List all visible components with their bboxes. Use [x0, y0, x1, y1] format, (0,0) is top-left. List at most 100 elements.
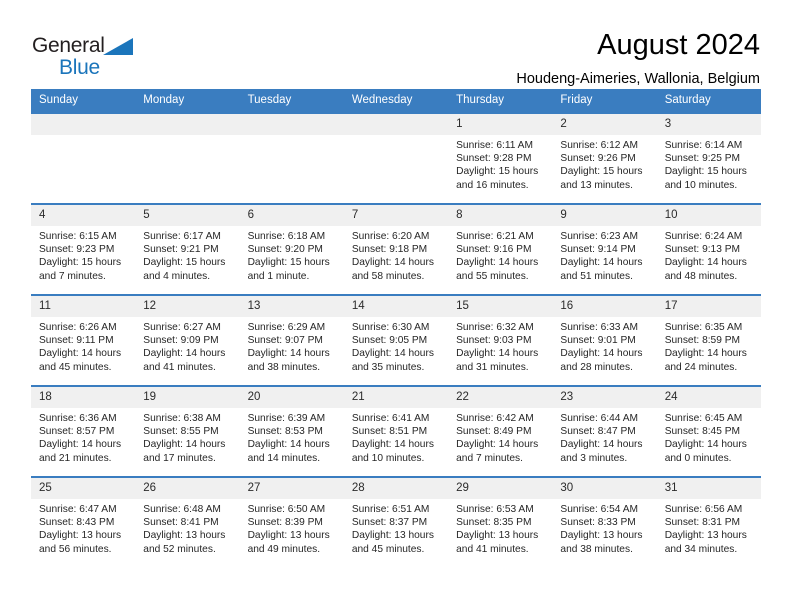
- calendar-day-cell[interactable]: 23 Sunrise: 6:44 AM Sunset: 8:47 PM Dayligh…: [552, 385, 657, 477]
- daylight-text-line2: and 17 minutes.: [143, 452, 216, 464]
- day-number: 31: [656, 478, 761, 499]
- calendar-day-cell[interactable]: 5 Sunrise: 6:17 AM Sunset: 9:21 PM Daylight…: [135, 203, 240, 295]
- sunrise-text: Sunrise: 6:32 AM: [456, 322, 534, 333]
- day-details: Sunrise: 6:12 AM Sunset: 9:26 PM Daylight:…: [552, 135, 656, 192]
- calendar-day-cell[interactable]: 15 Sunrise: 6:32 AM Sunset: 9:03 PM Dayligh…: [448, 294, 553, 386]
- calendar-day-cell[interactable]: 22 Sunrise: 6:42 AM Sunset: 8:49 PM Dayligh…: [448, 385, 553, 477]
- day-box: 10 Sunrise: 6:24 AM Sunset: 9:13 PM Dayligh…: [656, 205, 761, 294]
- calendar-day-cell[interactable]: 30 Sunrise: 6:54 AM Sunset: 8:33 PM Dayligh…: [552, 476, 657, 567]
- day-details: Sunrise: 6:41 AM Sunset: 8:51 PM Daylight:…: [344, 408, 448, 465]
- calendar-day-cell[interactable]: 12 Sunrise: 6:27 AM Sunset: 9:09 PM Dayligh…: [135, 294, 240, 386]
- sunset-text: Sunset: 9:18 PM: [351, 244, 428, 256]
- daylight-text-line2: and 10 minutes.: [664, 179, 738, 191]
- calendar-day-cell[interactable]: 31 Sunrise: 6:56 AM Sunset: 8:31 PM Dayligh…: [656, 476, 761, 567]
- sunrise-text: Sunrise: 6:45 AM: [664, 413, 743, 424]
- calendar-day-cell[interactable]: 4 Sunrise: 6:15 AM Sunset: 9:23 PM Daylight…: [31, 203, 136, 295]
- day-number: 16: [552, 296, 657, 317]
- day-box: 1 Sunrise: 6:11 AM Sunset: 9:28 PM Daylight…: [448, 114, 553, 203]
- calendar-day-cell[interactable]: 7 Sunrise: 6:20 AM Sunset: 9:18 PM Daylight…: [343, 203, 449, 295]
- calendar-day-cell[interactable]: 25 Sunrise: 6:47 AM Sunset: 8:43 PM Dayligh…: [31, 476, 136, 567]
- calendar-day-cell[interactable]: 28 Sunrise: 6:51 AM Sunset: 8:37 PM Dayligh…: [343, 476, 449, 567]
- day-details: Sunrise: 6:27 AM Sunset: 9:09 PM Daylight:…: [135, 317, 239, 374]
- day-box: 15 Sunrise: 6:32 AM Sunset: 9:03 PM Dayligh…: [448, 296, 553, 385]
- day-number: 22: [448, 387, 553, 408]
- day-number: 28: [343, 478, 449, 499]
- day-box: 25 Sunrise: 6:47 AM Sunset: 8:43 PM Dayligh…: [31, 478, 136, 567]
- sunrise-text: Sunrise: 6:50 AM: [247, 504, 326, 515]
- day-box: 22 Sunrise: 6:42 AM Sunset: 8:49 PM Dayligh…: [448, 387, 553, 476]
- calendar-day-cell[interactable]: 26 Sunrise: 6:48 AM Sunset: 8:41 PM Dayligh…: [135, 476, 240, 567]
- daylight-text-line2: and 34 minutes.: [664, 543, 738, 555]
- sunrise-text: Sunrise: 6:23 AM: [560, 231, 638, 242]
- calendar-day-cell[interactable]: 6 Sunrise: 6:18 AM Sunset: 9:20 PM Daylight…: [239, 203, 344, 295]
- sunrise-text: Sunrise: 6:21 AM: [456, 231, 534, 242]
- daylight-text-line1: Daylight: 14 hours: [351, 348, 434, 360]
- day-number: [135, 114, 240, 135]
- day-number: [343, 114, 449, 135]
- sunset-text: Sunset: 8:45 PM: [664, 426, 741, 438]
- calendar-day-cell[interactable]: 2 Sunrise: 6:12 AM Sunset: 9:26 PM Daylight…: [552, 112, 657, 204]
- sunset-text: Sunset: 8:35 PM: [456, 517, 532, 529]
- page-title: August 2024: [597, 29, 760, 61]
- calendar-day-cell[interactable]: 24 Sunrise: 6:45 AM Sunset: 8:45 PM Dayligh…: [656, 385, 761, 477]
- calendar-day-cell[interactable]: 9 Sunrise: 6:23 AM Sunset: 9:14 PM Daylight…: [552, 203, 657, 295]
- day-box: 13 Sunrise: 6:29 AM Sunset: 9:07 PM Dayligh…: [239, 296, 344, 385]
- day-number: 20: [239, 387, 344, 408]
- day-box: 12 Sunrise: 6:27 AM Sunset: 9:09 PM Dayligh…: [135, 296, 240, 385]
- calendar-day-cell[interactable]: 27 Sunrise: 6:50 AM Sunset: 8:39 PM Dayligh…: [239, 476, 344, 567]
- day-box: 7 Sunrise: 6:20 AM Sunset: 9:18 PM Daylight…: [343, 205, 449, 294]
- day-box: 11 Sunrise: 6:26 AM Sunset: 9:11 PM Dayligh…: [31, 296, 136, 385]
- calendar-day-cell[interactable]: 3 Sunrise: 6:14 AM Sunset: 9:25 PM Daylight…: [656, 112, 761, 204]
- calendar-day-cell[interactable]: 29 Sunrise: 6:53 AM Sunset: 8:35 PM Dayligh…: [448, 476, 553, 567]
- daylight-text-line2: and 1 minute.: [247, 270, 310, 282]
- calendar-week-row: 1 Sunrise: 6:11 AM Sunset: 9:28 PM Daylight…: [31, 112, 761, 204]
- calendar-day-cell[interactable]: 14 Sunrise: 6:30 AM Sunset: 9:05 PM Dayligh…: [343, 294, 449, 386]
- daylight-text-line1: Daylight: 15 hours: [39, 257, 122, 269]
- day-details: Sunrise: 6:36 AM Sunset: 8:57 PM Daylight:…: [31, 408, 135, 465]
- sunset-text: Sunset: 8:37 PM: [351, 517, 428, 529]
- sunrise-text: Sunrise: 6:26 AM: [39, 322, 117, 333]
- calendar-week-row: 4 Sunrise: 6:15 AM Sunset: 9:23 PM Daylight…: [31, 203, 761, 295]
- calendar-day-cell[interactable]: 8 Sunrise: 6:21 AM Sunset: 9:16 PM Daylight…: [448, 203, 553, 295]
- day-box: [31, 114, 136, 203]
- brand-triangle-icon: [102, 38, 133, 55]
- calendar-body: 1 Sunrise: 6:11 AM Sunset: 9:28 PM Daylight…: [31, 112, 761, 567]
- calendar-day-cell[interactable]: 11 Sunrise: 6:26 AM Sunset: 9:11 PM Dayligh…: [31, 294, 136, 386]
- day-details: Sunrise: 6:42 AM Sunset: 8:49 PM Daylight:…: [448, 408, 552, 465]
- calendar-day-cell[interactable]: 16 Sunrise: 6:33 AM Sunset: 9:01 PM Dayligh…: [552, 294, 657, 386]
- day-details: Sunrise: 6:21 AM Sunset: 9:16 PM Daylight:…: [448, 226, 552, 283]
- daylight-text-line2: and 14 minutes.: [247, 452, 321, 464]
- weekday-header-friday: Friday: [552, 89, 657, 113]
- daylight-text-line1: Daylight: 14 hours: [143, 439, 226, 451]
- daylight-text-line2: and 41 minutes.: [456, 543, 529, 555]
- daylight-text-line2: and 49 minutes.: [247, 543, 321, 555]
- calendar-day-cell[interactable]: 13 Sunrise: 6:29 AM Sunset: 9:07 PM Dayligh…: [239, 294, 344, 386]
- calendar-day-cell[interactable]: 18 Sunrise: 6:36 AM Sunset: 8:57 PM Dayligh…: [31, 385, 136, 477]
- calendar-day-cell[interactable]: 19 Sunrise: 6:38 AM Sunset: 8:55 PM Dayligh…: [135, 385, 240, 477]
- day-details: Sunrise: 6:18 AM Sunset: 9:20 PM Daylight:…: [240, 226, 344, 283]
- daylight-text-line1: Daylight: 14 hours: [456, 439, 539, 451]
- day-box: 26 Sunrise: 6:48 AM Sunset: 8:41 PM Dayligh…: [135, 478, 240, 567]
- day-box: 9 Sunrise: 6:23 AM Sunset: 9:14 PM Daylight…: [552, 205, 657, 294]
- day-number: 23: [552, 387, 657, 408]
- day-box: 29 Sunrise: 6:53 AM Sunset: 8:35 PM Dayligh…: [448, 478, 553, 567]
- weekday-header-monday: Monday: [135, 89, 240, 113]
- day-box: 4 Sunrise: 6:15 AM Sunset: 9:23 PM Daylight…: [31, 205, 136, 294]
- sunset-text: Sunset: 8:53 PM: [247, 426, 323, 438]
- day-box: 14 Sunrise: 6:30 AM Sunset: 9:05 PM Dayligh…: [343, 296, 449, 385]
- sunset-text: Sunset: 8:51 PM: [351, 426, 428, 438]
- daylight-text-line1: Daylight: 14 hours: [351, 439, 434, 451]
- day-box: 6 Sunrise: 6:18 AM Sunset: 9:20 PM Daylight…: [239, 205, 344, 294]
- day-box: 5 Sunrise: 6:17 AM Sunset: 9:21 PM Daylight…: [135, 205, 240, 294]
- calendar-day-cell-empty: [239, 112, 344, 204]
- day-details: Sunrise: 6:24 AM Sunset: 9:13 PM Daylight:…: [657, 226, 761, 283]
- calendar-day-cell[interactable]: 21 Sunrise: 6:41 AM Sunset: 8:51 PM Dayligh…: [343, 385, 449, 477]
- daylight-text-line1: Daylight: 14 hours: [456, 348, 539, 360]
- calendar-day-cell[interactable]: 10 Sunrise: 6:24 AM Sunset: 9:13 PM Dayligh…: [656, 203, 761, 295]
- day-number: 13: [239, 296, 344, 317]
- calendar-day-cell[interactable]: 1 Sunrise: 6:11 AM Sunset: 9:28 PM Daylight…: [448, 112, 553, 204]
- calendar-day-cell[interactable]: 20 Sunrise: 6:39 AM Sunset: 8:53 PM Dayligh…: [239, 385, 344, 477]
- page-subtitle: Houdeng-Aimeries, Wallonia, Belgium: [516, 71, 760, 87]
- sunrise-text: Sunrise: 6:27 AM: [143, 322, 221, 333]
- calendar-day-cell[interactable]: 17 Sunrise: 6:35 AM Sunset: 8:59 PM Dayligh…: [656, 294, 761, 386]
